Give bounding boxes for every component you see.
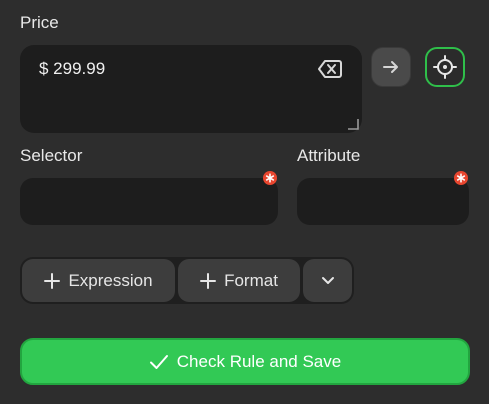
- clear-icon[interactable]: [318, 59, 342, 79]
- price-value: $ 299.99: [39, 59, 106, 78]
- required-icon: [263, 171, 277, 185]
- transform-button-group: Expression Format: [20, 257, 354, 304]
- format-label: Format: [224, 270, 278, 290]
- required-icon: [454, 171, 468, 185]
- plus-icon: [200, 272, 217, 289]
- check-icon: [149, 354, 168, 369]
- go-button[interactable]: [371, 47, 411, 87]
- arrow-right-icon: [383, 61, 398, 73]
- chevron-down-icon: [321, 276, 334, 284]
- crosshair-icon: [433, 55, 457, 79]
- attribute-input[interactable]: [297, 171, 469, 225]
- save-label: Check Rule and Save: [176, 351, 342, 371]
- add-expression-button[interactable]: Expression: [22, 259, 175, 302]
- element-picker-button[interactable]: [425, 47, 465, 87]
- selector-input[interactable]: [20, 171, 278, 225]
- expression-label: Expression: [68, 270, 153, 290]
- price-textarea[interactable]: $ 299.99: [20, 45, 362, 133]
- selector-label: Selector: [20, 146, 83, 165]
- attribute-label: Attribute: [297, 146, 361, 165]
- check-rule-save-button[interactable]: Check Rule and Save: [20, 338, 470, 385]
- plus-icon: [44, 272, 61, 289]
- more-options-button[interactable]: [303, 259, 352, 302]
- add-format-button[interactable]: Format: [178, 259, 300, 302]
- resize-grip-icon[interactable]: [347, 118, 359, 130]
- price-label: Price: [20, 13, 59, 32]
